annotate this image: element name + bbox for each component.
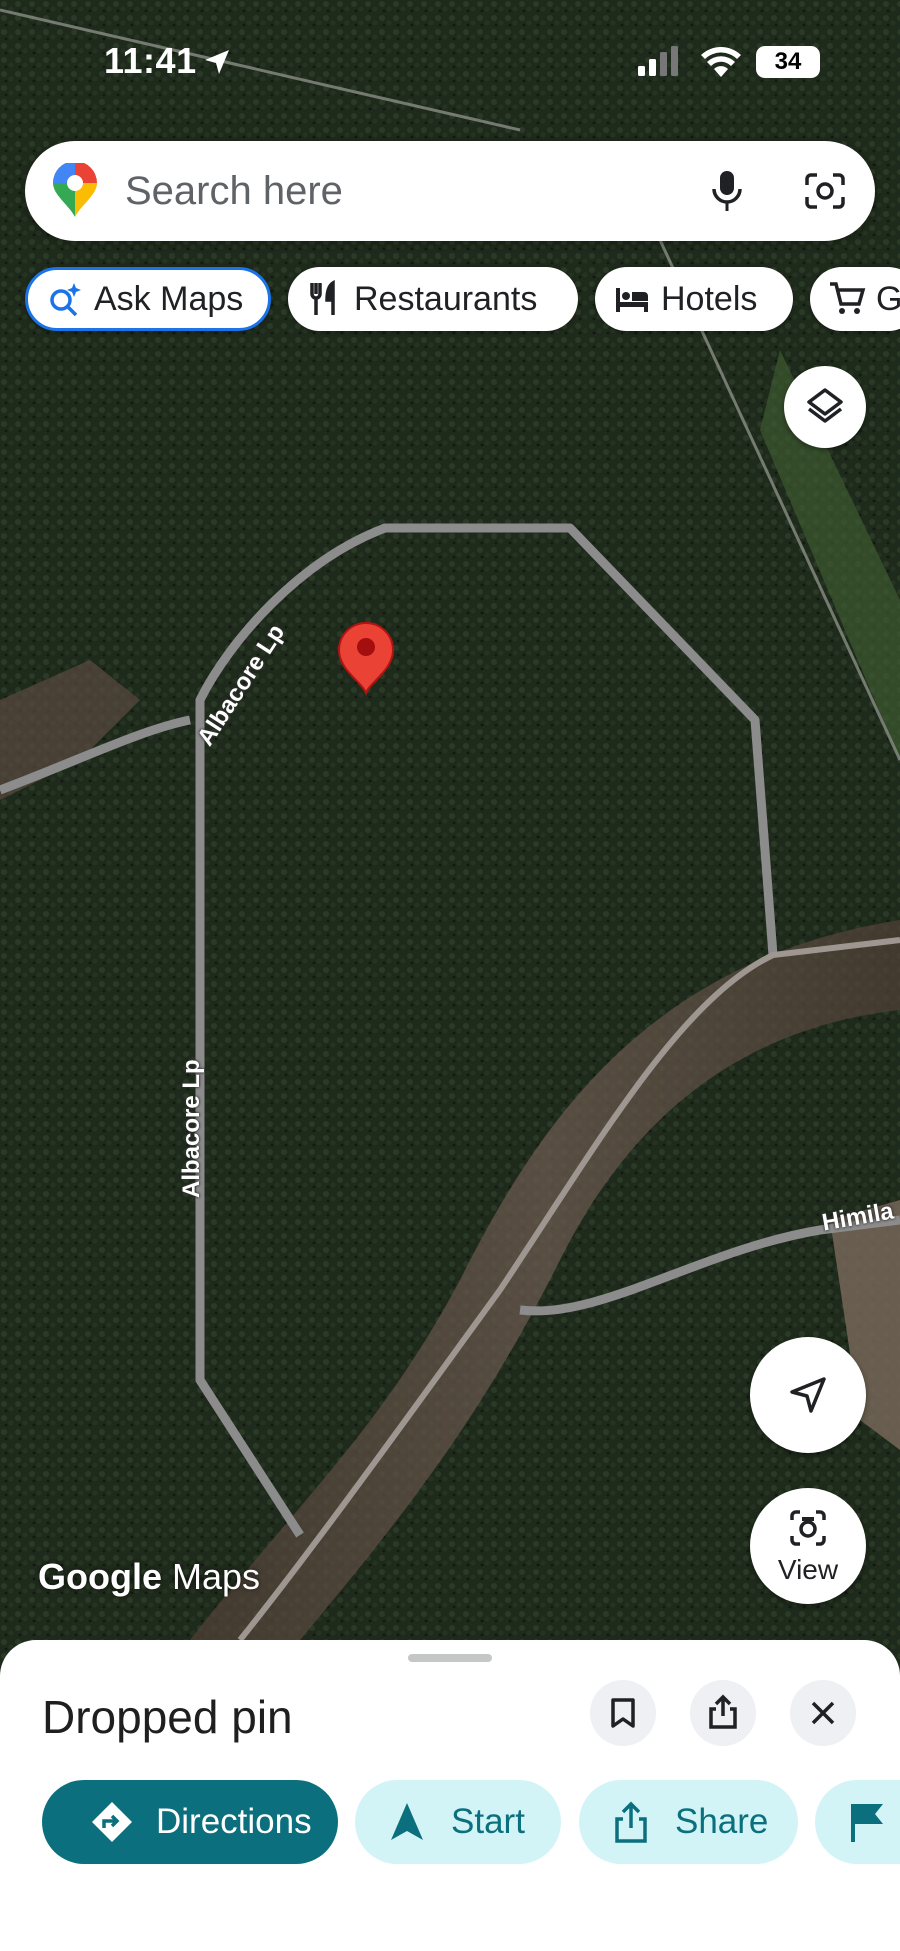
share-icon [709,1694,737,1729]
google-lens-icon[interactable] [803,171,847,211]
camera-icon [790,1510,826,1546]
share-icon-button[interactable] [690,1680,756,1746]
chip-label: Hotels [661,279,758,318]
battery-level: 34 [774,48,802,75]
shopping-cart-icon [830,282,866,314]
flag-icon [851,1804,883,1842]
directions-button[interactable]: Directions [42,1780,338,1864]
layers-button[interactable] [784,366,866,448]
start-button[interactable]: Start [355,1780,561,1864]
place-title: Dropped pin [42,1691,293,1743]
share-icon [615,1801,647,1843]
save-list-button[interactable] [815,1780,900,1864]
cellular-signal-icon [638,46,678,76]
road-label-albacore-side: Albacore Lp [178,1059,205,1198]
close-button[interactable] [790,1680,856,1746]
layers-icon [807,388,843,423]
sheet-drag-handle[interactable] [408,1654,492,1662]
bed-icon [616,288,648,312]
action-label: Start [451,1802,525,1841]
close-icon [811,1701,835,1725]
ask-maps-sparkle-icon [50,283,81,317]
bookmark-icon [611,1698,635,1728]
place-bottom-sheet[interactable]: Dropped pin Directions Start Share [0,1640,900,1951]
location-arrow-icon [205,50,229,74]
wifi-icon [701,47,741,77]
status-time: 11:41 [104,40,197,81]
search-bar[interactable]: Search here [25,141,875,241]
navigation-arrow-icon [391,1803,423,1840]
chip-ask-maps[interactable]: Ask Maps [25,267,271,331]
chip-label: Restaurants [354,279,538,318]
chip-label: Ask Maps [94,279,244,318]
view-label: View [777,1554,839,1585]
google-maps-pin-icon [53,163,97,217]
my-location-button[interactable] [750,1337,866,1453]
status-bar: 11:41 34 [0,0,900,120]
google-maps-watermark: Google Maps [38,1556,260,1598]
watermark-maps: Maps [172,1556,261,1597]
fork-knife-icon [310,280,335,315]
chip-label: G [876,279,900,318]
action-label: Share [675,1802,769,1841]
directions-icon [92,1802,132,1842]
search-input[interactable]: Search here [125,169,343,214]
chip-groceries[interactable]: G [810,267,900,331]
chip-hotels[interactable]: Hotels [595,267,793,331]
battery-icon: 34 [756,46,820,78]
street-view-button[interactable]: View [750,1488,866,1604]
chip-restaurants[interactable]: Restaurants [288,267,578,331]
watermark-google: Google [38,1556,162,1597]
action-label: Directions [156,1802,312,1841]
save-button[interactable] [590,1680,656,1746]
share-button[interactable]: Share [579,1780,798,1864]
microphone-icon[interactable] [707,169,747,213]
navigation-arrow-icon [790,1377,826,1413]
